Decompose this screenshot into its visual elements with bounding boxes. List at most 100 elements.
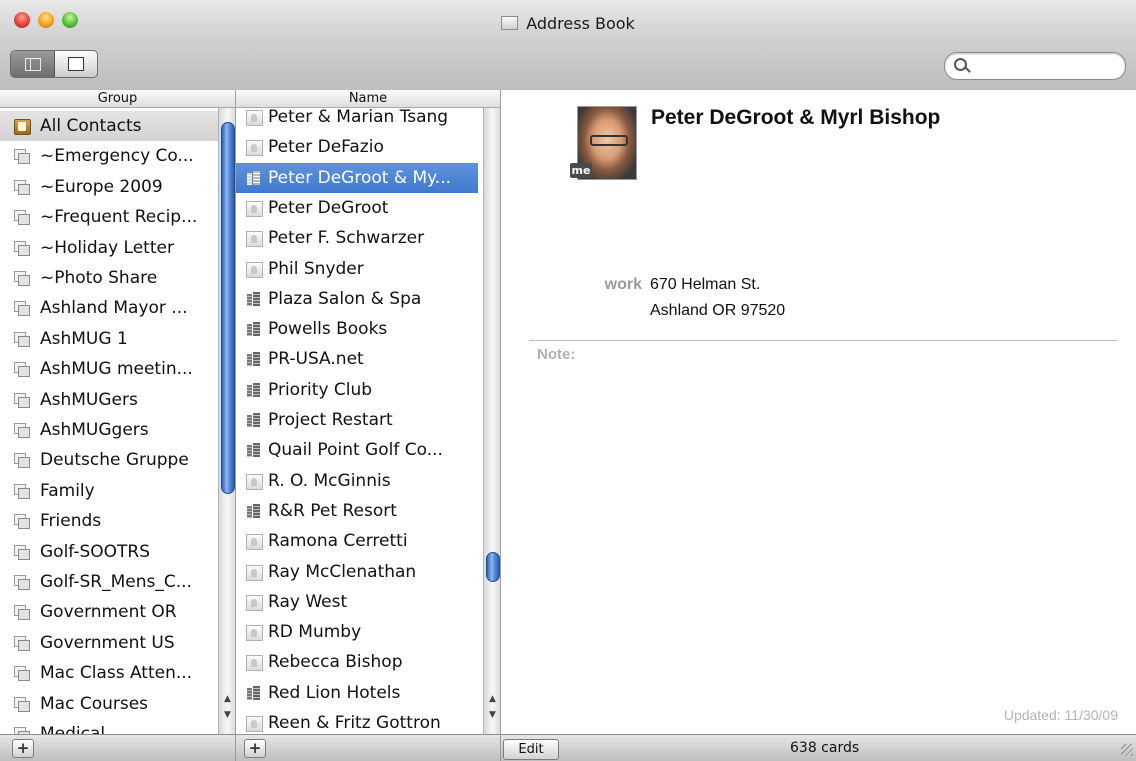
- group-item[interactable]: Mac Courses: [0, 689, 218, 719]
- contact-item-label: Priority Club: [268, 379, 373, 400]
- group-column-header[interactable]: Group: [0, 90, 236, 108]
- address-label[interactable]: work: [597, 276, 642, 294]
- view-card-only-button[interactable]: [54, 51, 97, 77]
- contact-item[interactable]: PR-USA.net: [236, 344, 478, 374]
- company-icon: [246, 322, 261, 337]
- group-item[interactable]: Medical: [0, 719, 218, 734]
- group-item-label: AshMUGers: [40, 389, 138, 410]
- person-card-icon: [246, 594, 263, 611]
- contact-item-label: Peter DeGroot & My...: [268, 167, 452, 188]
- contact-item[interactable]: R&R Pet Resort: [236, 496, 478, 526]
- add-group-button[interactable]: +: [12, 739, 34, 758]
- group-item-label: AshMUGgers: [40, 420, 149, 440]
- title-toolbar: Address Book: [0, 0, 1136, 91]
- contact-item[interactable]: Powells Books: [236, 314, 478, 344]
- address-book-icon: [501, 16, 519, 30]
- edit-button[interactable]: Edit: [503, 739, 559, 760]
- group-item[interactable]: Government OR: [0, 597, 218, 627]
- name-column-header[interactable]: Name: [236, 90, 501, 108]
- contact-item[interactable]: Rebecca Bishop: [236, 647, 478, 677]
- group-item[interactable]: ~Frequent Recip...: [0, 202, 218, 232]
- contact-item-label: Rebecca Bishop: [268, 652, 403, 673]
- group-item-label: Friends: [40, 511, 102, 532]
- group-item[interactable]: ~Emergency Co...: [0, 141, 218, 171]
- columns-view-icon: [24, 57, 41, 71]
- name-scroll-down-arrow[interactable]: ▼: [484, 708, 500, 722]
- person-card-icon: [246, 200, 263, 217]
- group-item[interactable]: Golf-SR_Mens_C...: [0, 567, 218, 597]
- group-item[interactable]: Mac Class Atten...: [0, 658, 218, 688]
- company-icon: [246, 685, 261, 700]
- contact-item[interactable]: Reen & Fritz Gottron: [236, 708, 478, 734]
- person-card-icon: [246, 655, 263, 672]
- contact-item-label: R. O. McGinnis: [268, 470, 391, 491]
- group-item[interactable]: AshMUG 1: [0, 324, 218, 354]
- contact-item[interactable]: Peter & Marian Tsang: [236, 108, 478, 132]
- group-item[interactable]: Family: [0, 476, 218, 506]
- bottom-divider-1: [235, 735, 236, 761]
- contact-item[interactable]: Phil Snyder: [236, 254, 478, 284]
- group-item[interactable]: Deutsche Gruppe: [0, 445, 218, 475]
- group-item[interactable]: All Contacts: [0, 111, 218, 141]
- group-item-label: Medical: [40, 724, 106, 734]
- contact-item-label: Ray West: [268, 591, 348, 612]
- group-item-label: Golf-SOOTRS: [40, 541, 151, 562]
- group-scrollbar[interactable]: ▲ ▼: [218, 108, 235, 734]
- contact-item[interactable]: Project Restart: [236, 405, 478, 435]
- contact-item-label: Red Lion Hotels: [268, 682, 401, 703]
- group-icon: [14, 483, 30, 499]
- contact-item[interactable]: Peter DeFazio: [236, 132, 478, 162]
- group-item[interactable]: Ashland Mayor ...: [0, 293, 218, 323]
- group-item[interactable]: ~Holiday Letter: [0, 233, 218, 263]
- group-item[interactable]: ~Europe 2009: [0, 172, 218, 202]
- group-item[interactable]: ~Photo Share: [0, 263, 218, 293]
- group-item[interactable]: Golf-SOOTRS: [0, 537, 218, 567]
- resize-grip[interactable]: [1121, 744, 1133, 756]
- card-detail: me Peter DeGroot & Myrl Bishop work 670 …: [501, 90, 1136, 734]
- me-badge: me: [570, 163, 592, 178]
- contact-item[interactable]: Peter DeGroot & My...: [236, 162, 478, 193]
- group-scroll-up-arrow[interactable]: ▲: [219, 692, 235, 706]
- contact-item[interactable]: RD Mumby: [236, 617, 478, 647]
- group-item[interactable]: Government US: [0, 628, 218, 658]
- group-item[interactable]: Friends: [0, 506, 218, 536]
- contact-item[interactable]: R. O. McGinnis: [236, 466, 478, 496]
- add-contact-button[interactable]: +: [244, 739, 266, 758]
- group-scroll-down-arrow[interactable]: ▼: [219, 708, 235, 722]
- contact-item[interactable]: Plaza Salon & Spa: [236, 284, 478, 314]
- company-icon: [246, 171, 261, 185]
- group-item[interactable]: AshMUG meetin...: [0, 354, 218, 384]
- contact-item[interactable]: Peter F. Schwarzer: [236, 223, 478, 253]
- company-icon: [246, 291, 261, 306]
- contact-item[interactable]: Red Lion Hotels: [236, 678, 478, 708]
- updated-date: Updated: 11/30/09: [1003, 707, 1118, 723]
- name-scroll-up-arrow[interactable]: ▲: [484, 692, 500, 706]
- contact-item[interactable]: Priority Club: [236, 375, 478, 405]
- name-scrollbar[interactable]: ▲ ▼: [483, 108, 500, 734]
- contact-item[interactable]: Quail Point Golf Co...: [236, 435, 478, 465]
- group-item[interactable]: AshMUGers: [0, 385, 218, 415]
- note-label[interactable]: Note:: [537, 346, 575, 363]
- group-icon: [14, 666, 30, 682]
- group-icon: [14, 271, 30, 286]
- view-columns-button[interactable]: [11, 51, 55, 77]
- search-input[interactable]: [973, 56, 1117, 76]
- name-scroll-thumb[interactable]: [486, 552, 500, 582]
- group-item-label: ~Holiday Letter: [40, 237, 174, 258]
- search-field[interactable]: [944, 52, 1126, 80]
- group-item[interactable]: AshMUGgers: [0, 415, 218, 445]
- group-item-label: Golf-SR_Mens_C...: [40, 572, 192, 592]
- group-item-label: Deutsche Gruppe: [40, 450, 189, 471]
- bottom-bar: + + Edit 638 cards: [0, 734, 1136, 761]
- address-book-window: Address Book Group Name All Contacts ~Eme…: [0, 0, 1136, 761]
- contact-item[interactable]: Ray West: [236, 587, 478, 617]
- group-icon: [14, 727, 30, 734]
- group-item-label: Government US: [40, 632, 175, 653]
- contact-item[interactable]: Ramona Cerretti: [236, 526, 478, 556]
- card-name: Peter DeGroot & Myrl Bishop: [651, 106, 941, 129]
- contact-item[interactable]: Ray McClenathan: [236, 557, 478, 587]
- contact-item-label: Reen & Fritz Gottron: [268, 713, 441, 733]
- company-icon: [246, 443, 261, 458]
- group-scroll-thumb[interactable]: [221, 122, 235, 494]
- contact-item[interactable]: Peter DeGroot: [236, 193, 478, 223]
